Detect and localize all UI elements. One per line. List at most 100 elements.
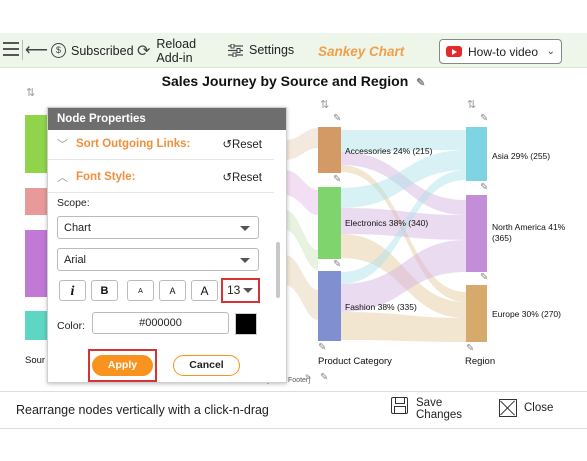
source-node-4[interactable] bbox=[25, 311, 47, 340]
menu-icon[interactable] bbox=[3, 42, 19, 56]
save-changes-button[interactable]: Save Changes bbox=[391, 397, 462, 421]
subscribed-label: Subscribed bbox=[71, 43, 134, 58]
close-label: Close bbox=[524, 402, 554, 414]
pencil-icon[interactable]: ✎ bbox=[333, 174, 341, 185]
pencil-icon[interactable]: ✎ bbox=[333, 259, 341, 270]
font-family-select[interactable]: Arial bbox=[57, 248, 259, 271]
axis-label-region: Region bbox=[465, 356, 496, 367]
reload-label: Reload bbox=[156, 37, 197, 51]
source-node-3[interactable] bbox=[25, 230, 47, 297]
node-north-america[interactable] bbox=[466, 195, 487, 272]
panel-title: Node Properties bbox=[48, 108, 286, 130]
reset-font-button[interactable]: ↺Reset bbox=[222, 170, 262, 184]
link-fashion-eu bbox=[341, 312, 466, 342]
label-asia: Asia 29% (255) bbox=[492, 151, 551, 161]
pencil-icon[interactable]: ✎ bbox=[480, 113, 488, 124]
scope-value: Chart bbox=[64, 222, 91, 234]
reset-sort-button[interactable]: ↺Reset bbox=[222, 137, 262, 151]
subscribed-button[interactable]: $ Subscribed bbox=[51, 43, 134, 58]
node-europe[interactable] bbox=[466, 285, 487, 342]
scope-label: Scope: bbox=[57, 197, 90, 209]
move-arrows-icon[interactable]: ⇅ bbox=[320, 98, 329, 111]
dollar-icon: $ bbox=[51, 43, 66, 58]
color-label: Color: bbox=[57, 320, 86, 332]
chart-title[interactable]: Sales Journey by Source and Region ✎ bbox=[0, 73, 587, 89]
label-fashion: Fashion 38% (335) bbox=[345, 302, 417, 312]
link-source-d bbox=[285, 255, 318, 320]
divider bbox=[48, 192, 274, 193]
node-fashion[interactable] bbox=[318, 271, 341, 341]
reload-icon: ⟳ bbox=[137, 43, 151, 60]
app-title: Sankey Chart bbox=[318, 44, 405, 59]
node-properties-panel: Node Properties ﹀ Sort Outgoing Links: ↺… bbox=[47, 107, 287, 383]
font-size-small-button[interactable]: A bbox=[127, 280, 154, 301]
pencil-icon[interactable]: ✎ bbox=[318, 342, 326, 353]
undo-icon: ↺ bbox=[222, 172, 232, 184]
color-hex-input[interactable]: #000000 bbox=[92, 312, 229, 334]
pencil-icon[interactable]: ✎ bbox=[480, 182, 488, 193]
divider bbox=[48, 159, 274, 160]
toolbar-divider bbox=[22, 40, 23, 60]
bold-button[interactable]: B bbox=[91, 280, 118, 301]
settings-button[interactable]: Settings bbox=[228, 43, 294, 57]
node-electronics[interactable] bbox=[318, 187, 341, 259]
scope-select[interactable]: Chart bbox=[57, 216, 259, 239]
undo-icon: ↺ bbox=[222, 139, 232, 151]
pencil-icon[interactable]: ✎ bbox=[320, 372, 328, 383]
link-source-c bbox=[285, 210, 318, 270]
back-arrow-icon[interactable]: ⟵ bbox=[25, 40, 48, 60]
font-size-select[interactable]: 13 bbox=[221, 278, 260, 303]
node-asia[interactable] bbox=[466, 127, 487, 181]
axis-label-source: Sour bbox=[25, 355, 46, 366]
source-node-2[interactable] bbox=[25, 188, 47, 215]
link-source-a bbox=[285, 128, 318, 160]
label-north-america: North America 41% (365) bbox=[492, 222, 566, 243]
sort-links-section[interactable]: ﹀ Sort Outgoing Links: ↺Reset bbox=[48, 132, 274, 156]
italic-button[interactable]: i bbox=[59, 280, 86, 301]
pencil-icon[interactable]: ✎ bbox=[333, 113, 341, 124]
chevron-down-icon: ﹀ bbox=[57, 139, 68, 151]
apply-button[interactable]: Apply bbox=[92, 355, 153, 376]
panel-scrollbar[interactable] bbox=[276, 242, 280, 298]
cancel-button[interactable]: Cancel bbox=[173, 355, 240, 376]
settings-sliders-icon bbox=[228, 43, 243, 57]
caret-down-icon bbox=[240, 258, 250, 263]
youtube-icon bbox=[446, 46, 462, 57]
move-arrows-icon[interactable]: ⇅ bbox=[26, 86, 35, 99]
font-family-value: Arial bbox=[64, 254, 87, 266]
color-swatch[interactable] bbox=[235, 313, 257, 335]
axis-label-category: Product Category bbox=[318, 356, 392, 367]
settings-label: Settings bbox=[249, 43, 295, 57]
reset-label: Reset bbox=[231, 172, 262, 184]
label-europe: Europe 30% (270) bbox=[492, 309, 561, 319]
font-size-value: 13 bbox=[227, 283, 241, 297]
link-accessories-eu bbox=[341, 165, 466, 302]
label-accessories: Accessories 24% (215) bbox=[345, 146, 433, 156]
reload-addin-button[interactable]: ⟳ Reload Add-in bbox=[137, 37, 196, 65]
move-arrows-icon[interactable]: ⇅ bbox=[467, 98, 476, 111]
font-size-large-button[interactable]: A bbox=[191, 280, 218, 301]
link-source-b bbox=[285, 170, 318, 215]
howto-video-dropdown[interactable]: How-to video ⌄ bbox=[439, 39, 562, 64]
node-accessories[interactable] bbox=[318, 127, 341, 173]
close-button[interactable]: Close bbox=[499, 399, 553, 417]
top-strip bbox=[0, 0, 587, 33]
chevron-down-icon: ⌄ bbox=[546, 46, 555, 57]
reset-label: Reset bbox=[231, 139, 262, 151]
pencil-icon[interactable]: ✎ bbox=[480, 272, 488, 283]
apply-highlight: Apply bbox=[88, 349, 157, 382]
edit-title-pencil-icon[interactable]: ✎ bbox=[416, 77, 425, 89]
pencil-icon[interactable]: ✎ bbox=[466, 343, 474, 354]
source-node-1[interactable] bbox=[25, 115, 47, 173]
label-electronics: Electronics 38% (340) bbox=[345, 218, 429, 228]
pencil-icon[interactable]: ✎ bbox=[305, 373, 312, 382]
status-hint: Rearrange nodes vertically with a click-… bbox=[16, 403, 269, 417]
caret-down-icon bbox=[240, 226, 250, 231]
link-electronics-asia bbox=[341, 150, 466, 208]
font-style-section[interactable]: ︿ Font Style: ↺Reset bbox=[48, 165, 274, 189]
chart-title-text: Sales Journey by Source and Region bbox=[161, 73, 409, 89]
link-accessories-na bbox=[341, 152, 466, 215]
font-size-medium-button[interactable]: A bbox=[159, 280, 186, 301]
close-icon bbox=[499, 399, 517, 417]
changes-label: Changes bbox=[416, 409, 463, 421]
